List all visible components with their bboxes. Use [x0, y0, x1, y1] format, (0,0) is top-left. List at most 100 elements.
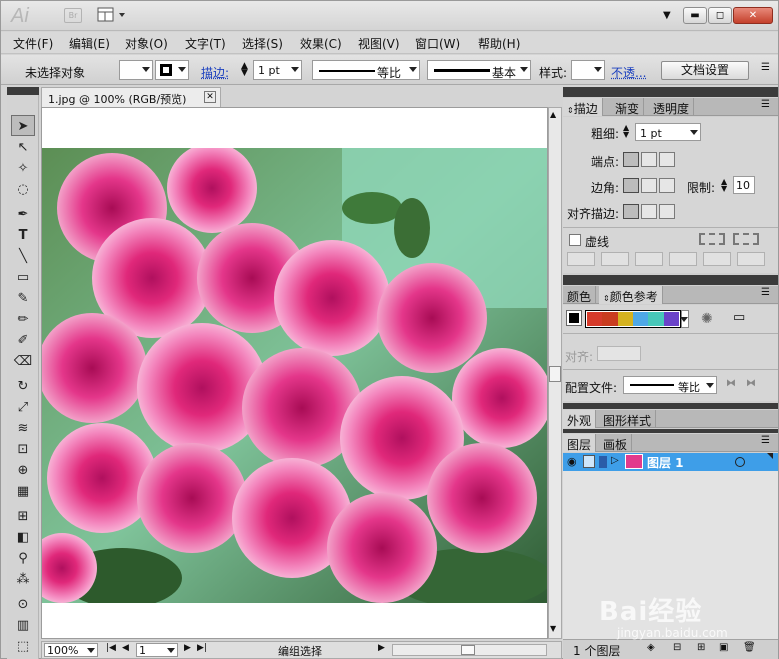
stroke-link[interactable]: 描边: [201, 64, 229, 81]
rotate-tool-icon[interactable]: ↻ [11, 376, 35, 397]
eraser-tool-icon[interactable]: ⌫ [11, 351, 35, 372]
artboard-canvas[interactable] [41, 107, 548, 639]
tab-artboards[interactable]: 画板 [599, 434, 633, 452]
stroke-weight-dropdown[interactable]: 1 pt [253, 60, 302, 80]
gap-field[interactable] [737, 252, 765, 266]
variable-width-profile-dropdown[interactable]: 等比 [312, 60, 420, 80]
tab-color[interactable]: 颜色 [563, 286, 597, 304]
stroke-weight-stepper[interactable]: ▲ ▼ [241, 62, 248, 78]
menu-window[interactable]: 窗口(W) [415, 35, 460, 52]
type-tool-icon[interactable]: T [11, 225, 35, 246]
tab-gradient[interactable]: 渐变 [611, 98, 645, 116]
artboard-number-dropdown[interactable]: 1 [136, 643, 178, 657]
mesh-tool-icon[interactable]: ⊞ [11, 506, 35, 527]
panel-menu-icon[interactable]: ☰ [761, 435, 770, 446]
new-sublayer-icon[interactable]: ⊞ [697, 642, 705, 653]
appearance-dock-grip[interactable] [563, 403, 778, 409]
brush-definition-dropdown[interactable]: 基本 [427, 60, 531, 80]
align-center-icon[interactable] [623, 204, 639, 219]
color-dock-grip[interactable] [563, 275, 778, 285]
tab-graphic-styles[interactable]: 图形样式 [599, 410, 657, 428]
lasso-tool-icon[interactable]: ◌ [11, 179, 35, 200]
limit-input[interactable]: 10 [733, 176, 755, 194]
dash-preserve-icon[interactable] [699, 233, 725, 245]
scroll-up-icon[interactable]: ▲ [550, 110, 556, 119]
dashed-checkbox[interactable] [569, 234, 581, 246]
artboard-tool-icon[interactable]: ⬚ [11, 636, 35, 657]
target-circle-icon[interactable] [735, 457, 745, 467]
weight-dropdown[interactable]: 1 pt [635, 123, 701, 141]
selection-tool-icon[interactable]: ➤ [11, 115, 35, 136]
round-cap-icon[interactable] [641, 152, 657, 167]
panel-dock-grip[interactable] [563, 87, 778, 97]
dash-align-icon[interactable] [733, 233, 759, 245]
round-join-icon[interactable] [641, 178, 657, 193]
layer-name[interactable]: 图层 1 [647, 454, 684, 471]
document-setup-button[interactable]: 文档设置 [661, 61, 749, 80]
bridge-button[interactable]: Br [64, 8, 82, 23]
next-artboard-icon[interactable]: ▶ [184, 643, 191, 653]
butt-cap-icon[interactable] [623, 152, 639, 167]
lock-toggle[interactable] [583, 455, 595, 468]
menu-effect[interactable]: 效果(C) [300, 35, 342, 52]
weight-stepper[interactable]: ▲ ▼ [623, 124, 629, 139]
flip-along-icon[interactable]: ⧓ [746, 378, 756, 389]
minimize-button[interactable]: ▬ [683, 7, 707, 24]
bevel-join-icon[interactable] [659, 178, 675, 193]
free-transform-tool-icon[interactable]: ⊡ [11, 439, 35, 460]
graphic-style-swatch[interactable] [571, 60, 605, 80]
direct-selection-tool-icon[interactable]: ↖ [11, 137, 35, 158]
menu-help[interactable]: 帮助(H) [478, 35, 520, 52]
panel-menu-icon[interactable]: ☰ [761, 99, 770, 110]
menu-object[interactable]: 对象(O) [125, 35, 168, 52]
close-tab-icon[interactable]: ✕ [204, 91, 216, 103]
workspace-dropdown-icon[interactable]: ▼ [663, 10, 671, 21]
tab-stroke[interactable]: ⇕描边 [563, 98, 603, 116]
dash-field[interactable] [703, 252, 731, 266]
zoom-dropdown[interactable]: 100% [44, 643, 98, 657]
align-inside-icon[interactable] [641, 204, 657, 219]
vertical-scrollbar[interactable]: ▲ ▼ [548, 107, 562, 639]
first-artboard-icon[interactable]: |◀ [106, 643, 116, 653]
column-graph-tool-icon[interactable]: ▥ [11, 615, 35, 636]
layer-row[interactable]: ◉ ▷ 图层 1 [563, 453, 778, 471]
menu-edit[interactable]: 编辑(E) [69, 35, 110, 52]
expand-triangle-icon[interactable]: ▷ [611, 455, 619, 466]
projecting-cap-icon[interactable] [659, 152, 675, 167]
pencil-tool-icon[interactable]: ✏ [11, 309, 35, 330]
delete-layer-icon[interactable]: 🗑 [743, 642, 756, 653]
line-tool-icon[interactable]: ╲ [11, 246, 35, 267]
shape-builder-tool-icon[interactable]: ⊕ [11, 460, 35, 481]
menu-type[interactable]: 文字(T) [185, 35, 226, 52]
eyedropper-tool-icon[interactable]: ⚲ [11, 548, 35, 569]
tab-transparency[interactable]: 透明度 [649, 98, 695, 116]
rectangle-tool-icon[interactable]: ▭ [11, 267, 35, 288]
blend-tool-icon[interactable]: ⁂ [11, 569, 35, 590]
save-color-group-icon[interactable]: ▭ [733, 310, 745, 325]
last-artboard-icon[interactable]: ▶| [197, 643, 207, 653]
new-layer-icon[interactable]: ▣ [719, 642, 728, 653]
status-menu-icon[interactable]: ▶ [378, 643, 385, 653]
scrollbar-thumb[interactable] [549, 366, 561, 382]
limit-stepper[interactable]: ▲ ▼ [721, 178, 727, 193]
harmony-dropdown[interactable] [680, 310, 689, 328]
tab-color-guide[interactable]: ⇕颜色参考 [599, 286, 663, 304]
menu-view[interactable]: 视图(V) [358, 35, 400, 52]
profile-dropdown[interactable]: 等比 [623, 376, 717, 394]
close-button[interactable]: ✕ [733, 7, 773, 24]
gap-field[interactable] [601, 252, 629, 266]
color-wheel-icon[interactable]: ✺ [701, 311, 713, 327]
gap-field[interactable] [669, 252, 697, 266]
fill-swatch[interactable] [119, 60, 153, 80]
pen-tool-icon[interactable]: ✒ [11, 204, 35, 225]
locate-object-icon[interactable]: ◈ [647, 642, 655, 653]
scale-tool-icon[interactable]: ⤢ [11, 397, 35, 418]
paintbrush-tool-icon[interactable]: ✎ [11, 288, 35, 309]
arrange-documents-button[interactable] [97, 7, 127, 23]
stroke-swatch[interactable] [155, 60, 189, 80]
scroll-down-icon[interactable]: ▼ [550, 624, 556, 633]
horizontal-scrollbar-thumb[interactable] [461, 645, 475, 655]
menu-select[interactable]: 选择(S) [242, 35, 283, 52]
gradient-tool-icon[interactable]: ◧ [11, 527, 35, 548]
opacity-link[interactable]: 不透... [611, 64, 646, 81]
